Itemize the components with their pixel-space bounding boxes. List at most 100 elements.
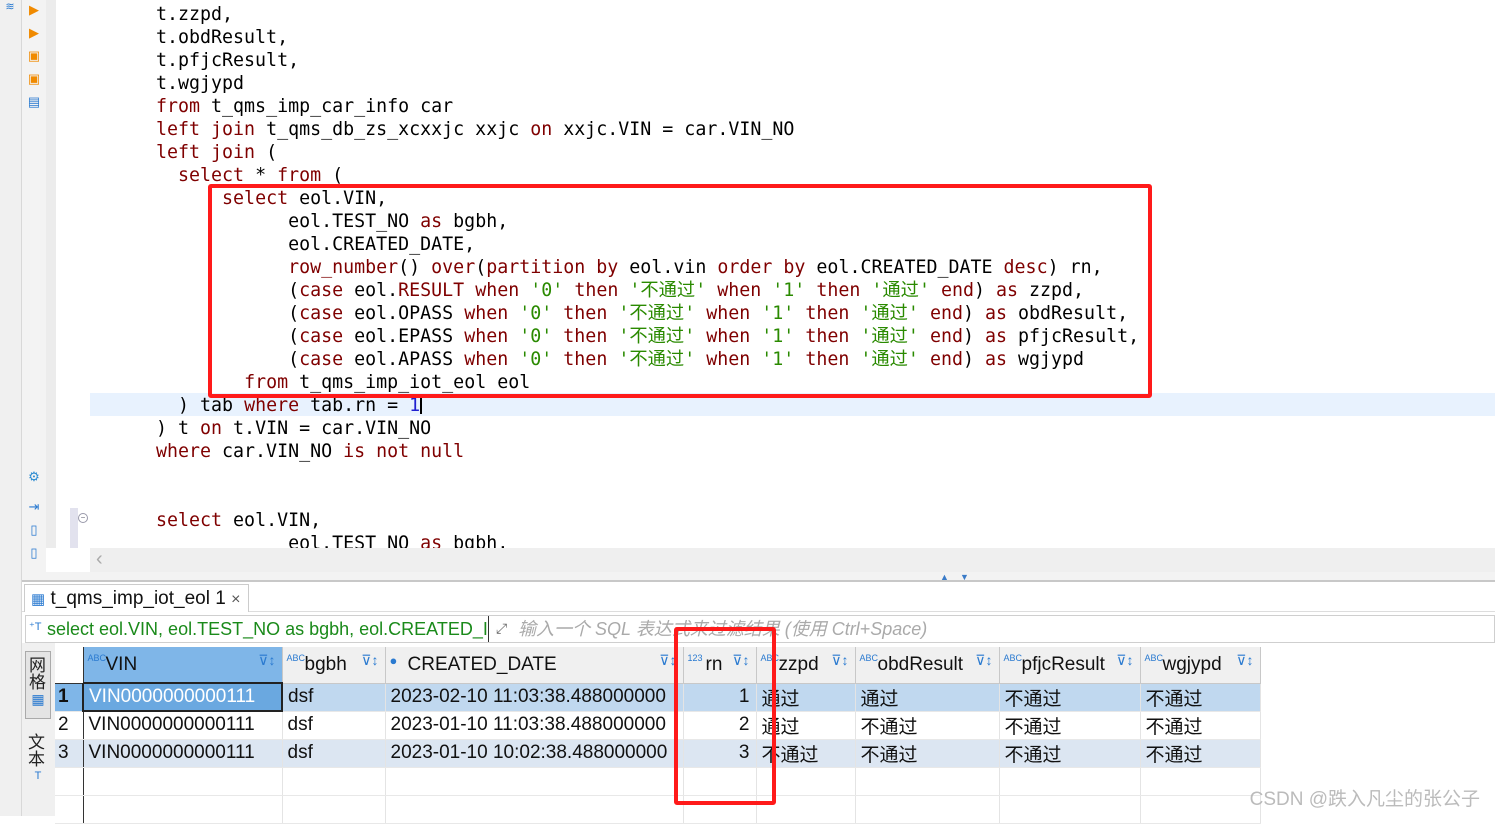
filter-sort-icon[interactable]: ⊽↕ bbox=[975, 652, 992, 669]
filter-sort-icon[interactable]: ⊽↕ bbox=[831, 652, 848, 669]
view-switcher: 网格 ▦ 文本 T bbox=[22, 643, 55, 816]
maximize-arrow-icon[interactable]: ▲ bbox=[940, 572, 949, 582]
table-cell[interactable]: 不通过 bbox=[855, 711, 1000, 740]
table-row[interactable]: 3 VIN0000000000111 dsf 2023-01-10 10:02:38.… bbox=[55, 739, 1261, 768]
column-header-created_date[interactable]: ● CREATED_DATE ⊽↕ bbox=[385, 647, 684, 684]
execute-new-tab-icon[interactable]: ▶ bbox=[27, 26, 41, 40]
empty-cell bbox=[385, 767, 684, 796]
row-number[interactable]: 1 bbox=[55, 683, 84, 712]
execute-script-new-tab-icon[interactable]: ▣ bbox=[27, 72, 41, 86]
table-cell[interactable]: VIN0000000000111 bbox=[83, 739, 283, 768]
table-cell[interactable]: VIN0000000000111 bbox=[82, 682, 283, 712]
table-cell[interactable]: dsf bbox=[282, 711, 386, 740]
grid-view-button[interactable]: 网格 ▦ bbox=[25, 651, 51, 719]
column-header-pfjcresult[interactable]: ABC pfjcResult ⊽↕ bbox=[999, 647, 1141, 684]
table-cell[interactable]: dsf bbox=[282, 739, 386, 768]
column-name: bgbh bbox=[304, 653, 347, 675]
sql-text: t.VIN = car.VIN_NO bbox=[222, 418, 432, 439]
annotation-box-subquery bbox=[208, 184, 1152, 398]
sql-keyword: on bbox=[200, 418, 223, 439]
filter-sort-icon[interactable]: ⊽↕ bbox=[1116, 652, 1133, 669]
table-cell[interactable]: dsf bbox=[282, 683, 386, 712]
table-cell[interactable]: 2023-01-10 10:02:38.488000000 bbox=[385, 739, 684, 768]
explain-plan-icon[interactable]: ▤ bbox=[27, 95, 41, 109]
empty-cell bbox=[855, 795, 1000, 824]
text-caret bbox=[420, 396, 422, 414]
table-cell[interactable]: 不通过 bbox=[1140, 683, 1261, 712]
sql-text: ) tab bbox=[178, 395, 245, 416]
sql-text: tab.rn = bbox=[299, 395, 410, 416]
empty-cell bbox=[855, 767, 1000, 796]
column-header-wgjypd[interactable]: ABC wgjypd ⊽↕ bbox=[1140, 647, 1261, 684]
sql-keyword: where bbox=[244, 395, 300, 416]
close-tab-icon[interactable]: × bbox=[231, 591, 240, 608]
string-type-icon: ABC bbox=[1144, 653, 1164, 663]
sql-text: t.obdResult, bbox=[156, 27, 289, 48]
empty-cell bbox=[83, 767, 283, 796]
execute-icon[interactable]: ▶ bbox=[27, 3, 41, 17]
string-type-icon: ABC bbox=[1003, 653, 1023, 663]
filter-sort-icon[interactable]: ⊽↕ bbox=[361, 652, 378, 669]
expand-icon[interactable]: ⤢ bbox=[496, 615, 507, 641]
column-header-vin[interactable]: ABC VIN ⊽↕ bbox=[83, 647, 283, 684]
text-view-button[interactable]: 文本 T bbox=[25, 733, 51, 786]
empty-cell bbox=[1140, 795, 1261, 824]
table-cell[interactable]: 不通过 bbox=[999, 711, 1141, 740]
table-cell[interactable]: 不通过 bbox=[1140, 711, 1261, 740]
restore-arrow-icon[interactable]: ▼ bbox=[960, 572, 969, 582]
row-number[interactable]: 2 bbox=[55, 711, 84, 740]
panel-splitter[interactable]: ▲ ▼ bbox=[22, 572, 1495, 582]
column-header-obdresult[interactable]: ABC obdResult ⊽↕ bbox=[855, 647, 1000, 684]
code-line: select eol.VIN, bbox=[156, 509, 1139, 532]
export-icon[interactable]: ⇥ bbox=[27, 500, 41, 514]
sql-text: car.VIN_NO bbox=[211, 441, 344, 462]
string-type-icon: ABC bbox=[286, 653, 306, 663]
table-row[interactable]: 1 VIN0000000000111 dsf 2023-02-10 11:03:38.… bbox=[55, 682, 1261, 712]
code-line: t.zzpd, bbox=[156, 3, 1139, 26]
table-row[interactable]: 2 VIN0000000000111 dsf 2023-01-10 11:03:38.… bbox=[55, 711, 1261, 740]
sql-keyword: select bbox=[156, 510, 223, 531]
sql-text: ( bbox=[321, 165, 344, 186]
file-error-icon[interactable]: ▯ bbox=[27, 523, 41, 537]
sql-keyword: as bbox=[420, 533, 443, 548]
text-icon: T bbox=[34, 770, 42, 782]
empty-cell bbox=[83, 795, 283, 824]
table-icon: ▦ bbox=[31, 591, 46, 608]
column-name: wgjypd bbox=[1162, 653, 1222, 675]
table-cell[interactable]: 不通过 bbox=[855, 739, 1000, 768]
table-cell[interactable]: 2023-02-10 11:03:38.488000000 bbox=[385, 683, 684, 712]
filter-sort-icon[interactable]: ⊽↕ bbox=[258, 652, 275, 669]
table-cell[interactable]: 不通过 bbox=[999, 739, 1141, 768]
row-number[interactable]: 3 bbox=[55, 739, 84, 768]
table-cell[interactable]: 通过 bbox=[855, 683, 1000, 712]
table-cell[interactable]: 不通过 bbox=[999, 683, 1141, 712]
table-cell[interactable]: VIN0000000000111 bbox=[83, 711, 283, 740]
variables-icon[interactable]: ▯ bbox=[27, 546, 41, 560]
fold-collapse-icon[interactable]: − bbox=[78, 513, 88, 523]
column-header-bgbh[interactable]: ABC bgbh ⊽↕ bbox=[282, 647, 386, 684]
scroll-left-icon[interactable]: ‹ bbox=[96, 548, 103, 571]
sql-text-icon: ⁺T bbox=[29, 621, 42, 633]
code-line: where car.VIN_NO is not null bbox=[156, 440, 1139, 463]
settings-gear-icon[interactable]: ⚙ bbox=[27, 470, 41, 484]
code-line: left join ( bbox=[156, 141, 1139, 164]
query-text[interactable]: select eol.VIN, eol.TEST_NO as bgbh, eol… bbox=[47, 616, 489, 642]
sql-text: t.pfjcResult, bbox=[156, 50, 300, 71]
column-name: VIN bbox=[105, 653, 138, 675]
sql-keyword: left join bbox=[156, 142, 256, 163]
sql-text: * bbox=[244, 165, 278, 186]
sql-text: ) t bbox=[156, 418, 201, 439]
table-cell[interactable]: 不通过 bbox=[1140, 739, 1261, 768]
database-icon[interactable]: ≋ bbox=[3, 0, 17, 14]
horizontal-scrollbar[interactable]: ‹ bbox=[90, 548, 1495, 572]
code-line: from t_qms_imp_car_info car bbox=[156, 95, 1139, 118]
column-name: zzpd bbox=[778, 653, 819, 675]
execute-script-icon[interactable]: ▣ bbox=[27, 49, 41, 63]
annotation-box-rn bbox=[674, 627, 776, 805]
sql-keyword: on bbox=[530, 119, 553, 140]
results-tab-bar: ▦ t_qms_imp_iot_eol 1 × bbox=[22, 582, 1495, 612]
table-cell[interactable]: 2023-01-10 11:03:38.488000000 bbox=[385, 711, 684, 740]
filter-sort-icon[interactable]: ⊽↕ bbox=[1236, 652, 1253, 669]
code-line: left join t_qms_db_zs_xcxxjc xxjc on xxj… bbox=[156, 118, 1139, 141]
tab-results[interactable]: ▦ t_qms_imp_iot_eol 1 × bbox=[24, 584, 250, 612]
